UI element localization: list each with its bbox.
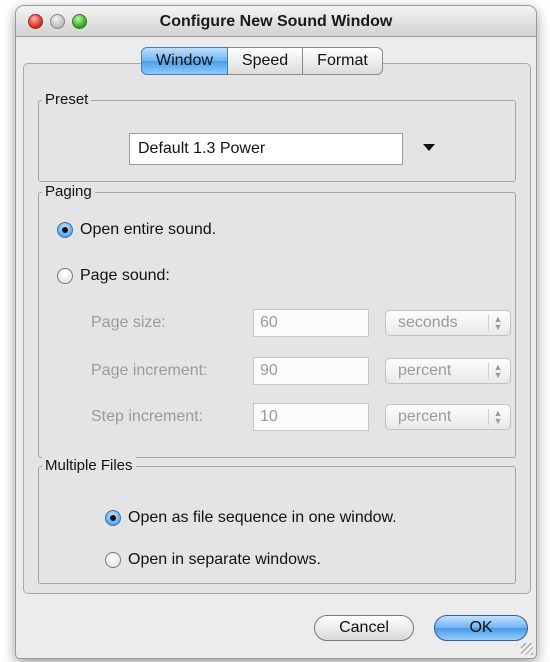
cancel-button[interactable]: Cancel [314, 615, 414, 641]
title-bar[interactable]: Configure New Sound Window [16, 6, 536, 37]
multiple-files-group-label: Multiple Files [42, 457, 136, 474]
unit-label: seconds [398, 314, 458, 331]
popup-arrow-icon[interactable] [423, 144, 435, 151]
paging-group: Paging Open entire sound. Page sound: Pa… [38, 183, 516, 458]
tab-content: Preset Default 1.3 Power Paging Open ent… [23, 63, 531, 594]
radio-selected-icon[interactable] [57, 222, 73, 238]
unit-label: percent [398, 362, 452, 379]
radio-open-entire-sound[interactable]: Open entire sound. [57, 219, 216, 241]
tab-format[interactable]: Format [303, 47, 383, 75]
stepper-arrows-icon: ▲ ▼ [488, 315, 504, 332]
preset-group: Preset Default 1.3 Power [38, 91, 516, 182]
radio-page-sound[interactable]: Page sound: [57, 265, 170, 287]
radio-open-as-sequence[interactable]: Open as file sequence in one window. [105, 507, 397, 529]
page-size-unit-select[interactable]: seconds ▲ ▼ [385, 310, 511, 336]
step-increment-label: Step increment: [91, 408, 204, 425]
radio-unselected-icon[interactable] [105, 552, 121, 568]
tab-window[interactable]: Window [141, 47, 228, 75]
page-increment-label: Page increment: [91, 362, 208, 379]
unit-label: percent [398, 408, 452, 425]
page-size-label: Page size: [91, 314, 166, 331]
resize-grip-icon[interactable] [521, 643, 533, 655]
radio-label: Page sound: [80, 267, 170, 284]
stepper-arrows-icon: ▲ ▼ [488, 363, 504, 380]
radio-open-separate[interactable]: Open in separate windows. [105, 549, 321, 571]
multiple-files-group: Multiple Files Open as file sequence in … [38, 457, 516, 584]
page-increment-unit-select[interactable]: percent ▲ ▼ [385, 358, 511, 384]
preset-popup[interactable]: Default 1.3 Power [129, 133, 403, 165]
preset-group-label: Preset [42, 91, 92, 108]
page-size-input[interactable]: 60 [253, 309, 369, 337]
radio-unselected-icon[interactable] [57, 268, 73, 284]
radio-selected-icon[interactable] [105, 510, 121, 526]
radio-label: Open as file sequence in one window. [128, 509, 397, 526]
tab-bar: Window Speed Format [141, 47, 383, 75]
paging-group-label: Paging [42, 183, 95, 200]
step-increment-unit-select[interactable]: percent ▲ ▼ [385, 404, 511, 430]
dialog-window: Configure New Sound Window Window Speed … [16, 6, 536, 658]
page-increment-input[interactable]: 90 [253, 357, 369, 385]
window-title: Configure New Sound Window [159, 13, 393, 30]
ok-button[interactable]: OK [434, 615, 528, 641]
radio-label: Open entire sound. [80, 221, 217, 238]
step-increment-input[interactable]: 10 [253, 403, 369, 431]
tab-speed[interactable]: Speed [227, 47, 304, 75]
stepper-arrows-icon: ▲ ▼ [488, 409, 504, 426]
radio-label: Open in separate windows. [128, 551, 321, 568]
